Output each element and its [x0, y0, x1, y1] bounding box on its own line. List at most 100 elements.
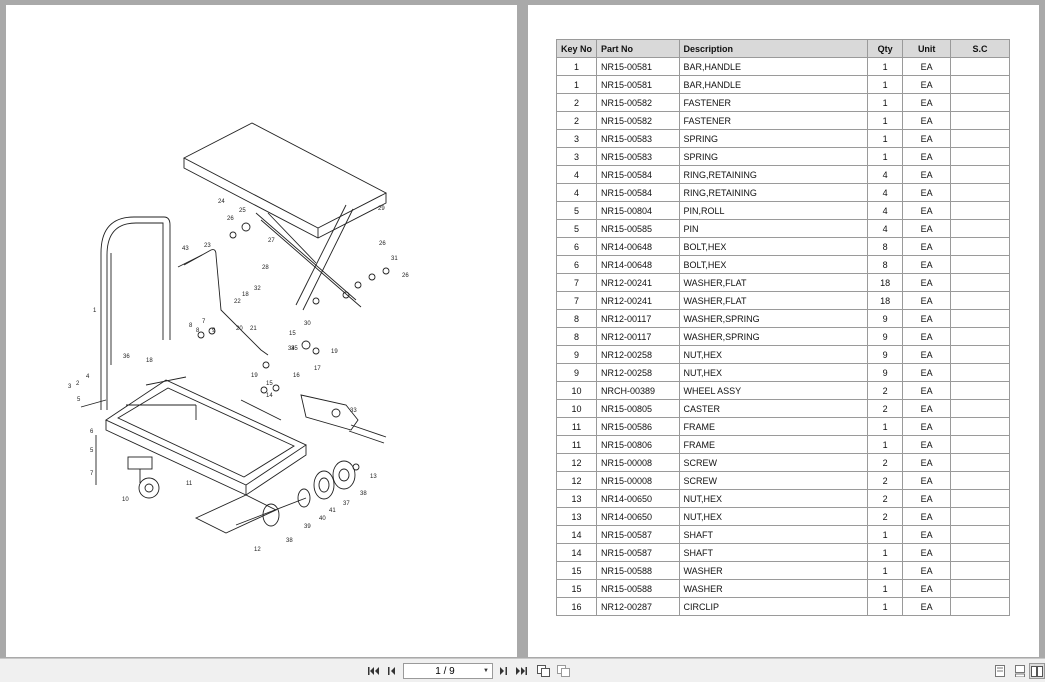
- cell-key-no: 2: [555, 93, 598, 112]
- cell-sc: [949, 543, 1011, 562]
- cell-qty: 1: [866, 75, 904, 94]
- cell-key-no: 7: [555, 273, 598, 292]
- cell-part-no: NR12-00241: [596, 273, 680, 292]
- cell-key-no: 8: [555, 327, 598, 346]
- callout-label: 1: [93, 308, 97, 314]
- table-row: 1 NR15-00581 BAR,HANDLE 1 EA: [555, 57, 1011, 76]
- first-page-icon[interactable]: [366, 663, 382, 679]
- cell-qty: 1: [866, 435, 904, 454]
- cell-description: BOLT,HEX: [678, 255, 868, 274]
- cell-part-no: NR15-00804: [596, 201, 680, 220]
- table-row: 7 NR12-00241 WASHER,FLAT 18 EA: [555, 291, 1011, 310]
- cell-key-no: 15: [555, 561, 598, 580]
- cell-unit: EA: [902, 417, 951, 436]
- callout-label: 4: [86, 374, 90, 380]
- cell-unit: EA: [902, 219, 951, 238]
- table-row: 5 NR15-00585 PIN 4 EA: [555, 219, 1011, 238]
- duplicate-icon[interactable]: [555, 663, 571, 679]
- last-page-icon[interactable]: [513, 663, 529, 679]
- cell-sc: [949, 183, 1011, 202]
- cell-qty: 1: [866, 129, 904, 148]
- cell-part-no: NR15-00584: [596, 165, 680, 184]
- single-page-view-icon[interactable]: [992, 663, 1008, 679]
- cell-description: BAR,HANDLE: [678, 57, 868, 76]
- viewer-toolbar: 1 / 9 ▼: [0, 658, 1045, 682]
- callout-label: 31: [391, 256, 398, 262]
- cell-unit: EA: [902, 345, 951, 364]
- cell-sc: [949, 219, 1011, 238]
- cell-unit: EA: [902, 597, 951, 616]
- cell-sc: [949, 489, 1011, 508]
- callout-label: 43: [182, 246, 189, 252]
- cell-description: SHAFT: [678, 525, 868, 544]
- callout-label: 26: [227, 216, 234, 222]
- parts-table-header: Key No Part No Description Qty Unit S.C: [555, 39, 1011, 58]
- table-row: 11 NR15-00806 FRAME 1 EA: [555, 435, 1011, 454]
- header-part-no: Part No: [596, 39, 680, 58]
- cell-key-no: 12: [555, 471, 598, 490]
- cell-sc: [949, 363, 1011, 382]
- cell-part-no: NR14-00650: [596, 489, 680, 508]
- cell-qty: 1: [866, 597, 904, 616]
- cell-sc: [949, 201, 1011, 220]
- cell-part-no: NR15-00588: [596, 561, 680, 580]
- callout-label: 26: [379, 241, 386, 247]
- cell-part-no: NR12-00241: [596, 291, 680, 310]
- next-page-icon[interactable]: [495, 663, 511, 679]
- cell-sc: [949, 561, 1011, 580]
- parts-table: Key No Part No Description Qty Unit S.C …: [555, 39, 1011, 616]
- cell-description: SCREW: [678, 453, 868, 472]
- cell-key-no: 3: [555, 147, 598, 166]
- cell-sc: [949, 525, 1011, 544]
- cell-description: RING,RETAINING: [678, 165, 868, 184]
- cell-key-no: 4: [555, 165, 598, 184]
- page-number-select[interactable]: 1 / 9 ▼: [403, 663, 493, 679]
- callout-label: 12: [254, 547, 261, 553]
- cell-qty: 1: [866, 147, 904, 166]
- two-page-view-icon[interactable]: [1029, 663, 1045, 679]
- cell-key-no: 5: [555, 201, 598, 220]
- callout-label: 30: [304, 321, 311, 327]
- previous-page-icon[interactable]: [384, 663, 400, 679]
- callout-label: 24: [218, 199, 225, 205]
- continuous-view-icon[interactable]: [1012, 663, 1028, 679]
- callout-label: 15: [266, 381, 273, 387]
- cell-key-no: 12: [555, 453, 598, 472]
- cell-qty: 9: [866, 363, 904, 382]
- table-row: 16 NR12-00287 CIRCLIP 1 EA: [555, 597, 1011, 616]
- cell-unit: EA: [902, 327, 951, 346]
- cell-key-no: 15: [555, 579, 598, 598]
- cell-part-no: NR12-00258: [596, 363, 680, 382]
- cell-sc: [949, 327, 1011, 346]
- cell-description: FASTENER: [678, 93, 868, 112]
- header-sc: S.C: [949, 39, 1011, 58]
- cell-description: WASHER,SPRING: [678, 327, 868, 346]
- cell-unit: EA: [902, 399, 951, 418]
- cell-part-no: NR15-00582: [596, 111, 680, 130]
- cell-sc: [949, 597, 1011, 616]
- callout-label: 17: [314, 366, 321, 372]
- callout-label: 26: [402, 273, 409, 279]
- cell-qty: 1: [866, 111, 904, 130]
- cell-key-no: 6: [555, 255, 598, 274]
- callout-label: 13: [370, 474, 377, 480]
- callout-label: 20: [236, 326, 243, 332]
- cell-unit: EA: [902, 165, 951, 184]
- cell-qty: 1: [866, 543, 904, 562]
- cell-description: SHAFT: [678, 543, 868, 562]
- cell-description: SCREW: [678, 471, 868, 490]
- cell-key-no: 11: [555, 435, 598, 454]
- callout-label: 21: [250, 326, 257, 332]
- cell-sc: [949, 381, 1011, 400]
- callout-label: 19: [251, 373, 258, 379]
- cell-qty: 1: [866, 561, 904, 580]
- table-row: 3 NR15-00583 SPRING 1 EA: [555, 129, 1011, 148]
- cell-qty: 4: [866, 219, 904, 238]
- cell-description: SPRING: [678, 129, 868, 148]
- callout-label: 22: [234, 299, 241, 305]
- cell-unit: EA: [902, 507, 951, 526]
- page-parts-list: Key No Part No Description Qty Unit S.C …: [528, 5, 1039, 657]
- cell-part-no: NR15-00583: [596, 147, 680, 166]
- cell-sc: [949, 435, 1011, 454]
- copy-icon[interactable]: [535, 663, 551, 679]
